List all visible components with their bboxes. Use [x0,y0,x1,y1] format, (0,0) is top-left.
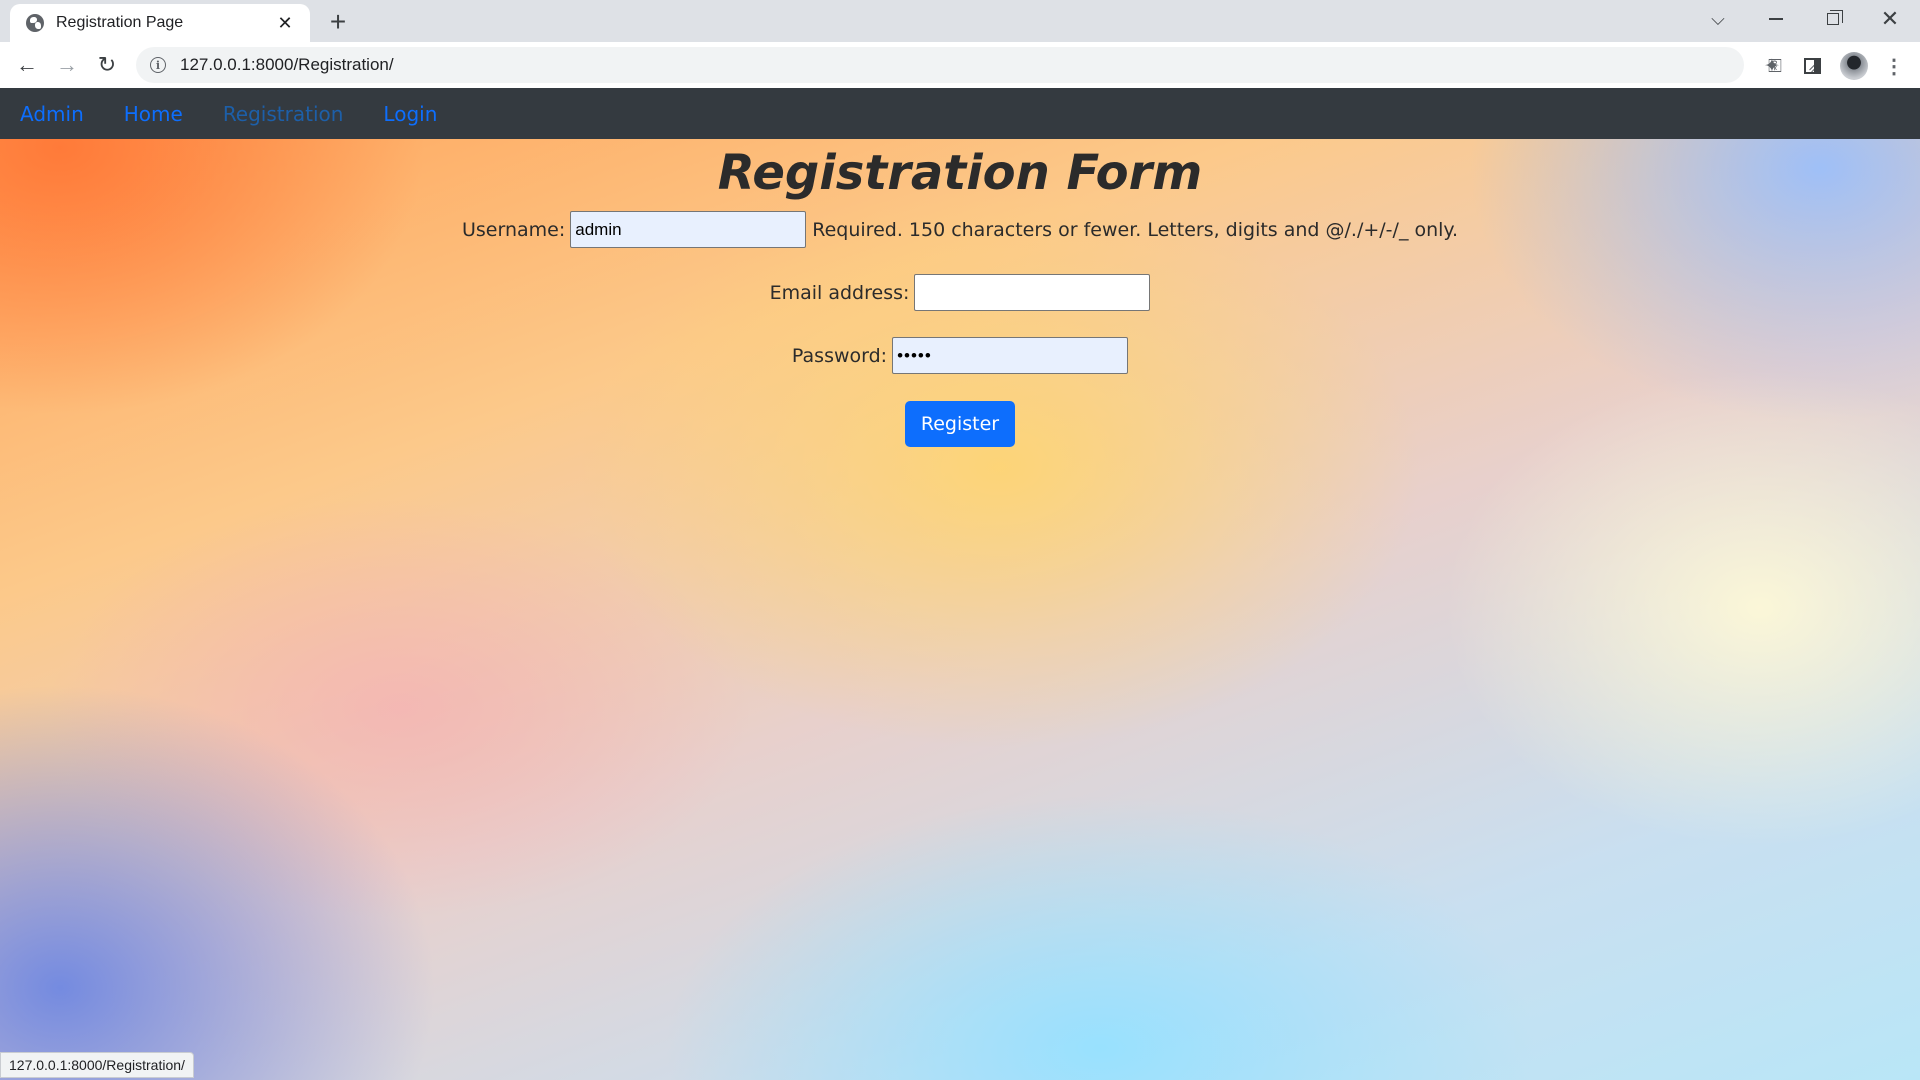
site-info-icon[interactable]: i [150,57,166,73]
extensions-icon[interactable]: ✦ [1760,54,1784,78]
address-bar[interactable]: i 127.0.0.1:8000/Registration/ ⚿ ⇗ ☆ [136,47,1865,83]
username-input[interactable] [570,211,807,248]
registration-form: Registration Form Username: Required. 15… [0,139,1920,447]
globe-icon [26,14,44,32]
tab-title: Registration Page [56,14,184,31]
tab-strip: Registration Page ✕ + ⌵ ✕ [0,0,1920,42]
site-navbar: Admin Home Registration Login [0,88,1920,139]
back-button[interactable]: ← [12,50,42,80]
password-label: Password: [791,344,888,367]
email-row: Email address: [0,274,1920,311]
restore-icon [1827,10,1843,25]
password-row: Password: [0,337,1920,374]
new-tab-button[interactable]: + [322,7,354,39]
window-close-button[interactable]: ✕ [1862,0,1918,38]
page-title: Registration Form [717,145,1203,201]
username-row: Username: Required. 150 characters or fe… [0,211,1920,248]
minimize-icon [1769,18,1783,20]
url-text[interactable]: 127.0.0.1:8000/Registration/ [180,55,394,75]
nav-link-home[interactable]: Home [124,102,183,126]
email-input[interactable] [914,274,1151,311]
nav-link-registration[interactable]: Registration [223,102,344,126]
username-help-text: Required. 150 characters or fewer. Lette… [812,218,1458,241]
username-label: Username: [461,218,566,241]
forward-button[interactable]: → [52,50,82,80]
profile-avatar[interactable] [1840,52,1868,80]
browser-tab[interactable]: Registration Page ✕ [10,4,310,42]
reload-button[interactable]: ↻ [92,50,122,80]
page-viewport: Admin Home Registration Login Registrati… [0,88,1920,1080]
side-panel-icon[interactable] [1800,54,1824,78]
register-button[interactable]: Register [904,401,1016,447]
nav-link-admin[interactable]: Admin [20,102,84,126]
browser-toolbar: ← → ↻ i 127.0.0.1:8000/Registration/ ⚿ ⇗… [0,42,1920,88]
email-label: Email address: [769,281,910,304]
browser-menu-icon[interactable]: ⋮ [1882,54,1906,78]
nav-link-login[interactable]: Login [383,102,437,126]
password-input[interactable] [892,337,1129,374]
minimize-button[interactable] [1748,0,1804,38]
tab-search-icon[interactable]: ⌵ [1690,0,1746,38]
tab-close-icon[interactable]: ✕ [274,13,296,34]
status-bar-url: 127.0.0.1:8000/Registration/ [0,1052,194,1078]
restore-button[interactable] [1805,0,1861,38]
